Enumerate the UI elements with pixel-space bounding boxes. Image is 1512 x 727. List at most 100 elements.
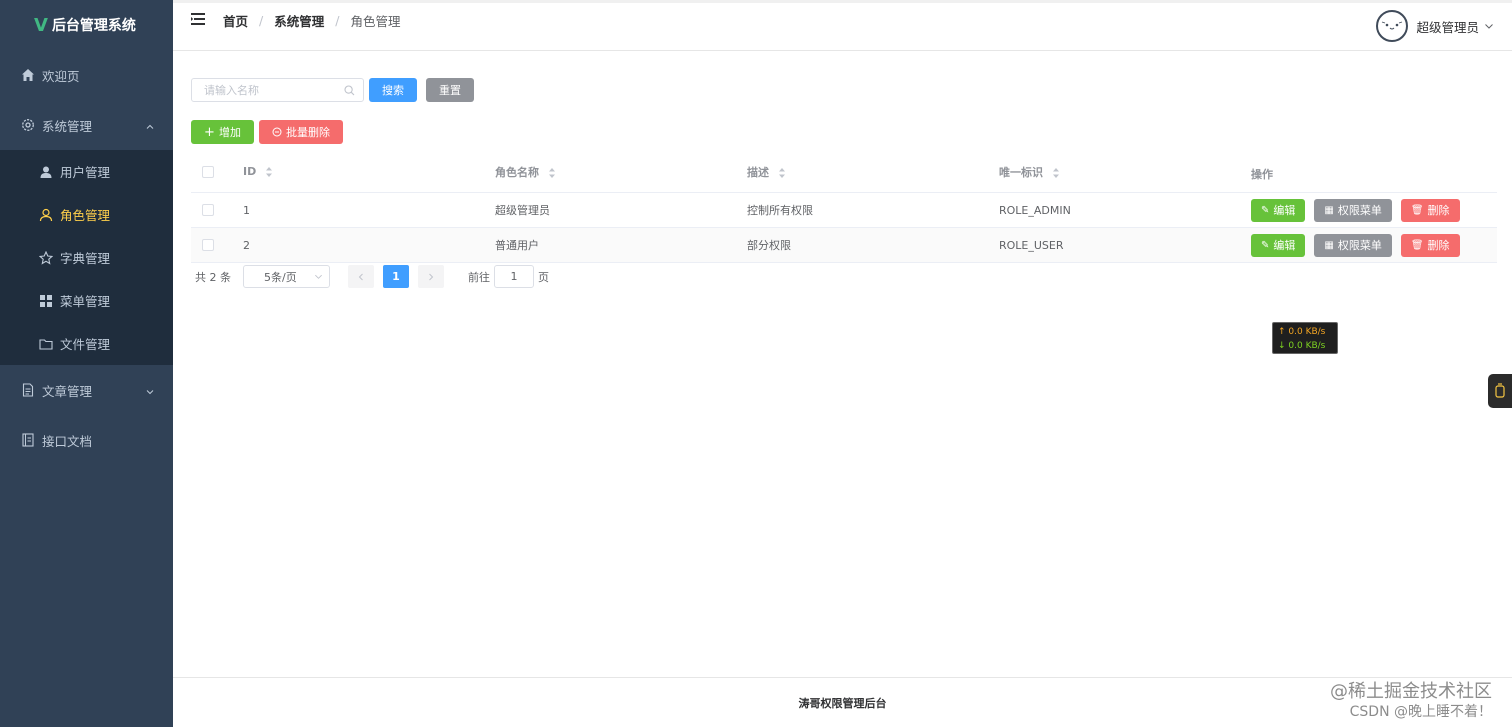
sort-icon [778, 167, 785, 178]
chevron-up-icon [145, 120, 155, 130]
submenu-system: 用户管理 角色管理 字典管理 菜单管理 文件管理 [0, 150, 173, 365]
page-size-select[interactable]: 5条/页 [243, 265, 330, 288]
search-icon [344, 84, 355, 96]
user-icon [38, 164, 54, 180]
sidebar-item-label: 菜单管理 [60, 294, 111, 309]
prev-page-button[interactable] [348, 265, 374, 288]
cell-desc: 部分权限 [747, 239, 791, 252]
chevron-down-icon [314, 272, 323, 281]
star-icon [38, 250, 54, 266]
breadcrumb-current: 角色管理 [350, 14, 401, 29]
sidebar-item-label: 文件管理 [60, 337, 111, 352]
column-header-desc[interactable]: 描述 [747, 164, 999, 180]
column-header-name[interactable]: 角色名称 [495, 164, 747, 180]
delete-button[interactable]: 🗑 删除 [1400, 233, 1460, 257]
notebook-icon [20, 432, 36, 448]
search-input[interactable] [204, 83, 344, 97]
goto-page-input[interactable] [494, 265, 534, 288]
gear-icon [20, 117, 36, 133]
watermark: @稀土掘金技术社区 CSDN @晚上睡不着！ [1330, 681, 1492, 721]
table-row: 1 超级管理员 控制所有权限 ROLE_ADMIN ✎ 编辑 ▦ 权限菜单 🗑 删除 [191, 193, 1497, 228]
edit-button[interactable]: ✎ 编辑 [1251, 233, 1306, 257]
cell-key: ROLE_ADMIN [999, 203, 1071, 217]
sidebar-item-label: 接口文档 [42, 433, 93, 449]
trash-icon: 🗑 [1410, 204, 1424, 216]
sort-icon [1052, 167, 1059, 178]
app-logo[interactable]: V 后台管理系统 [0, 0, 173, 50]
column-header-id[interactable]: ID [243, 165, 495, 178]
network-speed-widget: ↑ 0.0 KB/s ↓ 0.0 KB/s [1272, 322, 1338, 354]
edit-icon: ✎ [1261, 239, 1270, 251]
grid-icon: ▦ [1324, 239, 1334, 251]
sidebar-item-articles[interactable]: 文章管理 [0, 365, 173, 415]
sidebar-item-system[interactable]: 系统管理 [0, 100, 173, 150]
footer: 涛哥权限管理后台 [173, 677, 1512, 727]
row-checkbox[interactable] [202, 204, 214, 216]
breadcrumb-separator: / [259, 13, 264, 28]
breadcrumb: 首页 / 系统管理 / 角色管理 [223, 11, 400, 30]
cell-desc: 控制所有权限 [747, 204, 813, 217]
app-title: 后台管理系统 [51, 18, 136, 34]
breadcrumb-home[interactable]: 首页 [223, 11, 248, 30]
home-icon [20, 67, 36, 83]
column-header-actions: 操作 [1251, 167, 1273, 181]
sidebar-item-label: 欢迎页 [42, 68, 80, 84]
minus-circle-icon [272, 127, 282, 137]
page-number[interactable]: 1 [383, 265, 409, 288]
column-header-key[interactable]: 唯一标识 [999, 164, 1251, 180]
permission-menu-button[interactable]: ▦ 权限菜单 [1314, 233, 1392, 257]
sidebar-item-label: 系统管理 [42, 118, 93, 134]
cell-name: 超级管理员 [495, 204, 550, 217]
chevron-down-icon [145, 385, 155, 395]
sidebar-item-roles[interactable]: 角色管理 [0, 193, 173, 236]
pagination: 共 2 条 5条/页 1 前往 页 [195, 265, 549, 288]
sidebar-item-dict[interactable]: 字典管理 [0, 236, 173, 279]
edit-button[interactable]: ✎ 编辑 [1251, 198, 1306, 222]
pagination-total: 共 2 条 [195, 270, 231, 284]
user-name: 超级管理员 [1416, 19, 1479, 35]
trash-icon: 🗑 [1410, 239, 1424, 251]
hamburger-icon[interactable] [191, 13, 205, 25]
user-outline-icon [38, 207, 54, 223]
sidebar-item-files[interactable]: 文件管理 [0, 322, 173, 365]
search-bar: 搜索 重置 [191, 78, 474, 102]
grid-icon: ▦ [1324, 204, 1334, 216]
row-checkbox[interactable] [202, 239, 214, 251]
select-all-checkbox[interactable] [202, 165, 214, 178]
cell-id: 2 [243, 238, 250, 252]
sidebar-item-welcome[interactable]: 欢迎页 [0, 50, 173, 100]
table-header: ID 角色名称 描述 唯一标识 操作 [191, 151, 1497, 193]
roles-table: ID 角色名称 描述 唯一标识 操作 1 超级管理员 控制所有权限 ROLE_A… [191, 151, 1497, 263]
user-dropdown[interactable]: 超级管理员 [1376, 10, 1494, 42]
vue-logo-icon: V [34, 14, 48, 36]
batch-delete-button[interactable]: 批量删除 [259, 120, 343, 144]
permission-menu-button[interactable]: ▦ 权限菜单 [1314, 198, 1392, 222]
cell-key: ROLE_USER [999, 238, 1064, 252]
grid-icon [38, 293, 54, 309]
page-size-value: 5条/页 [264, 270, 297, 284]
watermark-line2: CSDN @晚上睡不着！ [1349, 704, 1492, 720]
reset-button[interactable]: 重置 [426, 78, 474, 102]
action-bar: + 增加 批量删除 [191, 120, 343, 144]
sidebar-item-users[interactable]: 用户管理 [0, 150, 173, 193]
floating-side-tab[interactable] [1488, 374, 1512, 408]
sort-icon [548, 167, 555, 178]
sidebar-item-api-docs[interactable]: 接口文档 [0, 415, 173, 465]
breadcrumb-separator: / [335, 13, 340, 28]
next-page-button[interactable] [418, 265, 444, 288]
page-suffix: 页 [538, 270, 549, 284]
cell-id: 1 [243, 203, 250, 217]
add-button-label: 增加 [218, 126, 241, 139]
sidebar: V 后台管理系统 欢迎页 系统管理 用户管理 角色管理 字典管理 菜单管理 文件… [0, 0, 173, 727]
breadcrumb-system[interactable]: 系统管理 [274, 11, 324, 30]
sidebar-item-menus[interactable]: 菜单管理 [0, 279, 173, 322]
sidebar-item-label: 字典管理 [60, 251, 111, 266]
batch-delete-label: 批量删除 [286, 126, 330, 139]
add-button[interactable]: + 增加 [191, 120, 254, 144]
avatar [1376, 10, 1409, 42]
search-button[interactable]: 搜索 [369, 78, 417, 102]
plus-icon: + [204, 124, 215, 140]
folder-icon [38, 336, 54, 352]
edit-icon: ✎ [1261, 204, 1270, 216]
delete-button[interactable]: 🗑 删除 [1400, 198, 1460, 222]
